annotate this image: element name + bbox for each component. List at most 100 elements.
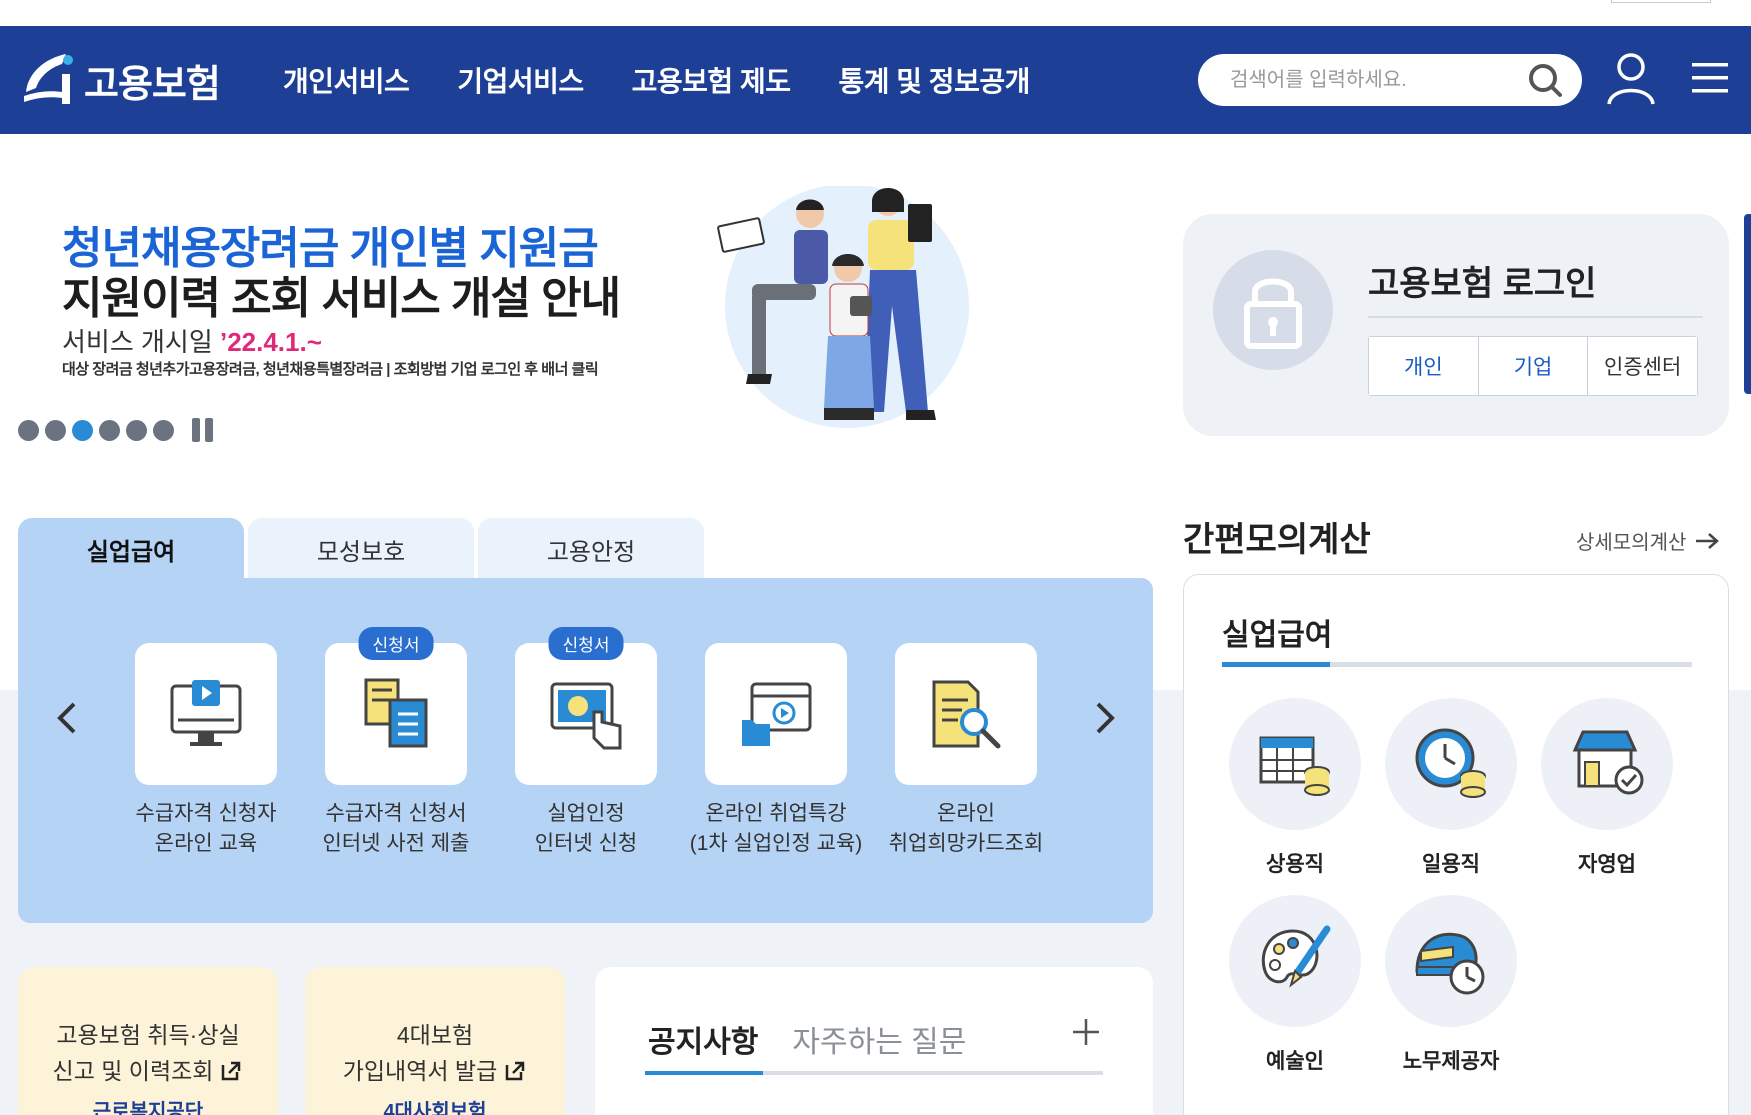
slide-dot-4[interactable] <box>99 419 120 441</box>
login-divider <box>1368 316 1703 318</box>
org-logo-comwel: 근로복지공단 <box>92 1101 204 1115</box>
plus-icon[interactable] <box>1071 1017 1101 1047</box>
arrow-right-icon <box>1696 532 1720 549</box>
side-quick-tab[interactable] <box>1744 214 1751 394</box>
calc-item-label: 자영업 <box>1578 853 1636 876</box>
site-header: 고용보험 개인서비스 기업서비스 고용보험 제도 통계 및 정보공개 <box>0 26 1751 134</box>
banner-date-value: ’22.4.1.~ <box>219 327 322 357</box>
service-item[interactable]: 신청서 실업인정인터넷 신청 <box>491 627 681 859</box>
service-label-1: 온라인 취업특강 <box>705 802 847 825</box>
banner-title-line2[interactable]: 지원이력 조회 서비스 개설 안내 <box>62 262 621 326</box>
quick-card-line2: 신고 및 이력조회 <box>52 1058 214 1084</box>
service-label-2: 인터넷 사전 제출 <box>322 832 470 855</box>
logo-text: 고용보험 <box>84 63 221 106</box>
service-icon-box <box>135 643 277 785</box>
tablet-touch-icon <box>550 682 622 750</box>
service-label-1: 수급자격 신청자 <box>135 802 277 825</box>
service-label-1: 온라인 <box>937 802 995 825</box>
service-label-2: (1차 실업인정 교육) <box>689 832 863 855</box>
service-item[interactable]: 수급자격 신청자 온라인 교육 <box>111 643 301 859</box>
top-mini-links <box>1611 0 1711 3</box>
application-badge: 신청서 <box>548 627 624 660</box>
banner-pagination <box>18 418 214 442</box>
nav-statistics[interactable]: 통계 및 정보공개 <box>838 60 1030 100</box>
application-badge: 신청서 <box>358 627 434 660</box>
chevron-left-icon[interactable] <box>50 700 86 736</box>
service-item[interactable]: 온라인 취업특강 (1차 실업인정 교육) <box>681 643 871 859</box>
banner-date: 서비스 개시일 ’22.4.1.~ <box>62 322 322 359</box>
quick-card-line1: 4대보험 <box>396 1022 474 1048</box>
nav-business[interactable]: 기업서비스 <box>457 60 584 100</box>
service-item[interactable]: 온라인취업희망카드조회 <box>871 643 1061 859</box>
calc-item-label: 예술인 <box>1266 1050 1324 1073</box>
notice-tab-indicator <box>645 1071 1103 1075</box>
quick-card-line2: 가입내역서 발급 <box>342 1058 498 1084</box>
service-label-1: 수급자격 신청서 <box>325 802 467 825</box>
calendar-coins-icon <box>1259 736 1330 796</box>
service-tabs: 실업급여 모성보호 고용안정 <box>18 518 704 580</box>
notice-tabs: 공지사항 자주하는 질문 <box>648 1017 966 1061</box>
calc-item-label: 노무제공자 <box>1402 1050 1500 1073</box>
calc-item-worker[interactable]: 노무제공자 <box>1385 895 1517 1075</box>
slide-dot-3[interactable] <box>72 419 93 441</box>
chevron-right-icon[interactable] <box>1086 700 1122 736</box>
service-icon-box: 신청서 <box>515 627 657 785</box>
video-window-icon <box>742 682 812 746</box>
login-personal-button[interactable]: 개인 <box>1369 337 1479 395</box>
banner-note: 대상 장려금 청년추가고용장려금, 청년채용특별장려금 | 조회방법 기업 로그… <box>62 361 599 378</box>
detail-calc-label: 상세모의계산 <box>1576 532 1687 554</box>
login-panel: 고용보험 로그인 개인 기업 인증센터 <box>1183 214 1729 436</box>
login-business-button[interactable]: 기업 <box>1478 337 1589 395</box>
slide-dot-6[interactable] <box>153 419 174 441</box>
site-logo[interactable]: 고용보험 <box>18 44 221 116</box>
calc-item-label: 상용직 <box>1266 853 1324 876</box>
lock-icon <box>1213 250 1333 370</box>
store-check-icon <box>1572 730 1644 795</box>
login-title: 고용보험 로그인 <box>1368 265 1597 303</box>
search-icon[interactable] <box>1526 62 1566 98</box>
calc-item-artist[interactable]: 예술인 <box>1229 895 1361 1075</box>
tab-maternity[interactable]: 모성보호 <box>248 518 474 580</box>
pause-icon[interactable] <box>190 418 214 442</box>
quick-card-line1: 고용보험 취득·상실 <box>56 1022 240 1048</box>
tab-faq[interactable]: 자주하는 질문 <box>792 1017 966 1061</box>
external-link-icon <box>506 1061 525 1081</box>
slide-dot-1[interactable] <box>18 419 39 441</box>
service-label-2: 인터넷 신청 <box>534 832 638 855</box>
search-box <box>1198 54 1582 106</box>
quick-card-insurance-report[interactable]: 고용보험 취득·상실 신고 및 이력조회 근로복지공단 <box>18 967 278 1115</box>
calc-item-regular[interactable]: 상용직 <box>1229 698 1361 878</box>
service-item[interactable]: 신청서 수급자격 신청서인터넷 사전 제출 <box>301 627 491 859</box>
service-label-1: 실업인정 <box>547 802 625 825</box>
certificate-center-button[interactable]: 인증센터 <box>1588 337 1698 395</box>
nav-personal[interactable]: 개인서비스 <box>283 60 410 100</box>
banner-illustration[interactable] <box>712 186 982 442</box>
detail-calc-link[interactable]: 상세모의계산 <box>1576 526 1720 555</box>
calc-subtitle[interactable]: 실업급여 <box>1222 610 1332 654</box>
banner-date-label: 서비스 개시일 <box>62 327 220 357</box>
service-icon-box: 신청서 <box>325 627 467 785</box>
calc-tab-indicator <box>1222 662 1692 667</box>
search-input[interactable] <box>1230 64 1520 96</box>
calc-item-daily[interactable]: 일용직 <box>1385 698 1517 878</box>
calc-title: 간편모의계산 <box>1183 521 1371 559</box>
quick-card-four-insurance[interactable]: 4대보험 가입내역서 발급 4대사회보험 <box>305 967 565 1115</box>
calc-item-label: 일용직 <box>1422 853 1480 876</box>
nav-system[interactable]: 고용보험 제도 <box>632 60 791 100</box>
tab-unemployment[interactable]: 실업급여 <box>18 518 244 580</box>
tab-notice[interactable]: 공지사항 <box>648 1017 758 1061</box>
monitor-play-icon <box>170 680 242 746</box>
service-label-2: 취업희망카드조회 <box>888 832 1044 855</box>
main-nav: 개인서비스 기업서비스 고용보험 제도 통계 및 정보공개 <box>283 26 1030 134</box>
calc-item-self-employed[interactable]: 자영업 <box>1541 698 1673 878</box>
tab-employment-stability[interactable]: 고용안정 <box>478 518 704 580</box>
org-logo-4insure: 4대사회보험 <box>383 1101 487 1115</box>
login-button-group: 개인 기업 인증센터 <box>1368 336 1698 396</box>
user-icon[interactable] <box>1605 50 1657 106</box>
ei-logo-icon <box>24 54 73 104</box>
external-link-icon <box>222 1061 241 1081</box>
slide-dot-2[interactable] <box>45 419 66 441</box>
slide-dot-5[interactable] <box>126 419 147 441</box>
hamburger-menu-icon[interactable] <box>1690 60 1730 96</box>
clock-coins-icon <box>1415 728 1486 798</box>
